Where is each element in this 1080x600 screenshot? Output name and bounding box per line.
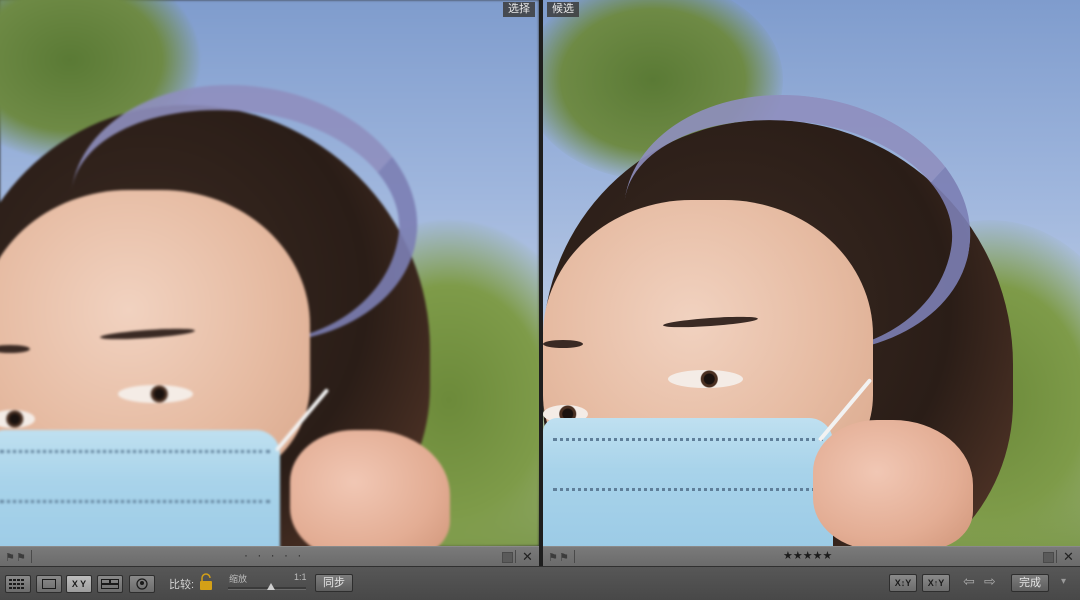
select-label: 选择 <box>503 2 535 17</box>
make-select-icon: X↑Y <box>927 578 945 588</box>
candidate-info-bar: ⚑ ⚑ ★★★★★ ✕ <box>543 546 1080 567</box>
grid-icon <box>6 576 30 592</box>
done-button[interactable]: 完成 <box>1011 574 1049 592</box>
close-icon[interactable]: ✕ <box>1063 549 1074 565</box>
color-label-icon[interactable] <box>502 552 513 563</box>
zoom-ratio: 1:1 <box>294 572 307 582</box>
previous-arrow-icon[interactable]: ⇦ <box>963 573 975 590</box>
make-select-button[interactable]: X↑Y <box>922 574 950 592</box>
separator <box>515 550 516 563</box>
separator <box>574 550 575 563</box>
flag-reject-icon[interactable]: ⚑ <box>548 551 558 564</box>
next-arrow-icon[interactable]: ⇨ <box>984 573 996 590</box>
select-photo <box>0 0 539 546</box>
compare-view-button[interactable]: X Y <box>66 575 92 593</box>
flag-reject-icon[interactable]: ⚑ <box>5 551 15 564</box>
flag-pick-icon[interactable]: ⚑ <box>559 551 569 564</box>
grid-view-button[interactable] <box>5 575 31 593</box>
rating-dots[interactable]: · · · · · <box>244 548 304 562</box>
people-view-button[interactable] <box>129 575 155 593</box>
flag-pick-icon[interactable]: ⚑ <box>16 551 26 564</box>
loupe-view-button[interactable] <box>36 575 62 593</box>
xy-icon: X Y <box>71 579 87 589</box>
select-photo-pane[interactable]: 选择 <box>0 0 539 546</box>
survey-icon <box>98 576 122 592</box>
swap-icon: X↕Y <box>894 578 912 588</box>
close-icon[interactable]: ✕ <box>522 549 533 565</box>
chevron-down-icon[interactable]: ▾ <box>1061 576 1066 587</box>
color-label-icon[interactable] <box>1043 552 1054 563</box>
candidate-label: 候选 <box>547 2 579 17</box>
swap-button[interactable]: X↕Y <box>889 574 917 592</box>
candidate-photo <box>543 0 1080 546</box>
sync-button[interactable]: 同步 <box>315 574 353 592</box>
zoom-slider-thumb[interactable] <box>266 583 275 590</box>
loupe-icon <box>37 576 61 592</box>
star-rating[interactable]: ★★★★★ <box>783 549 832 562</box>
face-icon <box>130 576 154 592</box>
separator <box>1056 550 1057 563</box>
zoom-label: 缩放 <box>229 574 248 584</box>
separator <box>31 550 32 563</box>
lock-icon[interactable] <box>199 573 213 596</box>
survey-view-button[interactable] <box>97 575 123 593</box>
toolbar: X Y 比较: 缩放 1:1 <box>0 566 1080 600</box>
select-info-bar: ⚑ ⚑ · · · · · ✕ <box>0 546 539 567</box>
compare-label: 比较: <box>169 579 195 591</box>
candidate-photo-pane[interactable]: 候选 <box>543 0 1080 546</box>
